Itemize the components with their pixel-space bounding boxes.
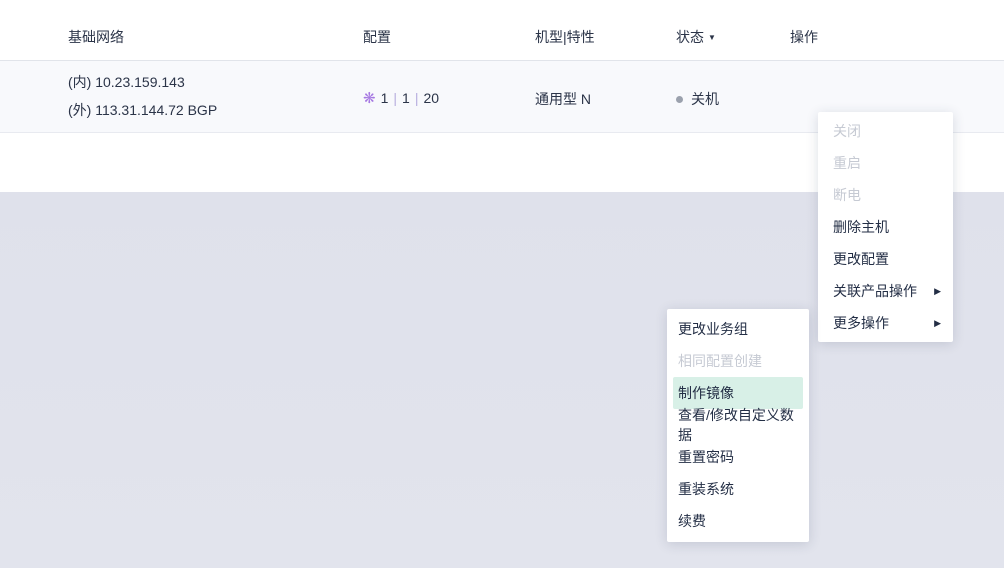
submenu-item-reset-password[interactable]: 重置密码 xyxy=(673,441,803,473)
status-label: 关机 xyxy=(691,91,719,107)
config-separator: | xyxy=(415,90,419,106)
status-filter-icon[interactable]: ▼ xyxy=(708,33,716,42)
machine-type-cell: 通用型 N xyxy=(535,89,591,109)
menu-item-related-product-ops[interactable]: 关联产品操作 ▶ xyxy=(818,275,953,307)
menu-item-change-config[interactable]: 更改配置 xyxy=(818,243,953,275)
status-dot-icon xyxy=(676,96,683,103)
config-separator: | xyxy=(393,90,397,106)
internal-ip: (内) 10.23.159.143 xyxy=(68,72,185,92)
more-ops-submenu: 更改业务组 相同配置创建 制作镜像 查看/修改自定义数据 重置密码 重装系统 续… xyxy=(667,309,809,542)
submenu-item-view-edit-custom-data[interactable]: 查看/修改自定义数据 xyxy=(673,409,803,441)
submenu-item-create-same-config: 相同配置创建 xyxy=(673,345,803,377)
column-header-status[interactable]: 状态▼ xyxy=(676,27,716,47)
column-header-network: 基础网络 xyxy=(68,27,124,47)
submenu-item-renew[interactable]: 续费 xyxy=(673,505,803,537)
column-header-actions: 操作 xyxy=(790,27,818,47)
menu-item-poweroff: 断电 xyxy=(818,179,953,211)
column-header-machine-type: 机型|特性 xyxy=(535,27,595,47)
submenu-item-reinstall-system[interactable]: 重装系统 xyxy=(673,473,803,505)
column-header-config: 配置 xyxy=(363,27,391,47)
external-ip: (外) 113.31.144.72 BGP xyxy=(68,100,217,120)
row-actions-dropdown-menu: 关闭 重启 断电 删除主机 更改配置 关联产品操作 ▶ 更多操作 ▶ xyxy=(818,112,953,342)
submenu-arrow-icon: ▶ xyxy=(934,318,941,329)
menu-item-delete-host[interactable]: 删除主机 xyxy=(818,211,953,243)
submenu-arrow-icon: ▶ xyxy=(934,286,941,297)
menu-item-shutdown: 关闭 xyxy=(818,115,953,147)
config-cell: ❋1|1|20 xyxy=(363,89,439,107)
config-mem: 1 xyxy=(402,90,410,106)
menu-item-restart: 重启 xyxy=(818,147,953,179)
table-header: 基础网络 配置 机型|特性 状态▼ 操作 xyxy=(0,0,1004,61)
submenu-item-change-business-group[interactable]: 更改业务组 xyxy=(673,313,803,345)
status-cell: 关机 xyxy=(676,89,719,109)
cpu-flower-icon: ❋ xyxy=(363,90,376,107)
menu-item-more-ops[interactable]: 更多操作 ▶ xyxy=(818,307,953,339)
config-cpu: 1 xyxy=(381,90,389,106)
config-disk: 20 xyxy=(423,90,439,106)
